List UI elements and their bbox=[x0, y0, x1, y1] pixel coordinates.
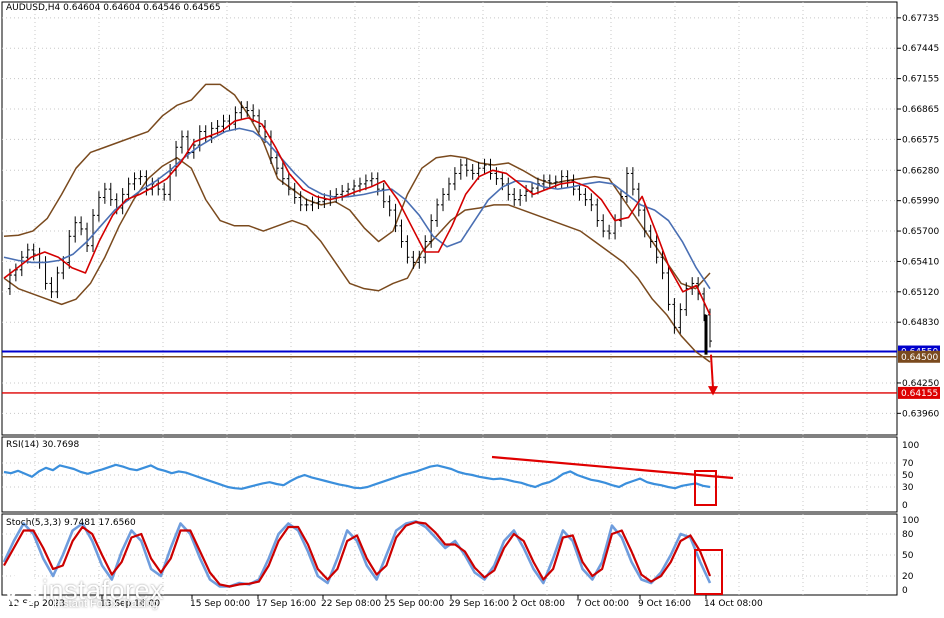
x-tick-label: 14 Oct 08:00 bbox=[704, 599, 763, 609]
price-tag-label: 0.64155 bbox=[901, 389, 938, 399]
y-tick-label: 0.66575 bbox=[902, 135, 939, 145]
x-tick-label: 7 Oct 00:00 bbox=[576, 599, 629, 609]
y-tick-label: 0.65990 bbox=[902, 197, 939, 207]
stoch-y-tick-label: 50 bbox=[902, 551, 914, 561]
y-tick-label: 0.67735 bbox=[902, 14, 939, 24]
stoch-y-tick-label: 80 bbox=[902, 530, 914, 540]
rsi-y-tick-label: 30 bbox=[902, 483, 914, 493]
y-tick-label: 0.65120 bbox=[902, 288, 939, 298]
y-tick-label: 0.64830 bbox=[902, 318, 939, 328]
stoch-y-tick-label: 100 bbox=[902, 516, 919, 526]
chart-canvas: 0.67735 0.67445 0.67155 0.66865 0.66575 0.662… bbox=[1, 1, 940, 609]
y-tick-label: 0.66280 bbox=[902, 166, 939, 176]
stoch-pane-title: Stoch(5,3,3) 9.7481 17.6560 bbox=[6, 518, 136, 528]
price-tag-label: 0.64500 bbox=[901, 353, 938, 363]
stoch-y-tick-label: 20 bbox=[902, 572, 914, 582]
symbol-label: AUDUSD,H4 bbox=[6, 3, 61, 13]
y-tick-label: 0.67445 bbox=[902, 44, 939, 54]
x-tick-label: 17 Sep 16:00 bbox=[256, 599, 316, 609]
rsi-pane-title: RSI(14) 30.7698 bbox=[6, 440, 80, 450]
instaforex-logo-icon bbox=[4, 571, 42, 609]
rsi-y-tick-label: 50 bbox=[902, 471, 914, 481]
watermark-tagline: Instant Forex Trading bbox=[54, 598, 158, 610]
rsi-y-tick-label: 100 bbox=[902, 441, 919, 451]
x-tick-label: 22 Sep 08:00 bbox=[321, 599, 381, 609]
x-tick-label: 2 Oct 08:00 bbox=[512, 599, 565, 609]
y-tick-label: 0.65410 bbox=[902, 257, 939, 267]
chart-area: 0.67735 0.67445 0.67155 0.66865 0.66575 0.662… bbox=[0, 0, 944, 614]
main-pane-frame bbox=[1, 1, 898, 436]
y-tick-label: 0.63960 bbox=[902, 409, 939, 419]
y-tick-label: 0.66865 bbox=[902, 105, 939, 115]
x-tick-label: 15 Sep 00:00 bbox=[190, 599, 250, 609]
y-tick-label: 0.65700 bbox=[902, 227, 939, 237]
ohlc-label: 0.64604 0.64604 0.64546 0.64565 bbox=[63, 3, 221, 13]
stoch-y-tick-label: 0 bbox=[902, 586, 908, 596]
x-tick-label: 29 Sep 16:00 bbox=[449, 599, 509, 609]
watermark: instaforex Instant Forex Trading bbox=[4, 568, 176, 612]
main-pane-title: AUDUSD,H4 0.64604 0.64604 0.64546 0.6456… bbox=[6, 3, 221, 13]
x-tick-label: 9 Oct 16:00 bbox=[638, 599, 691, 609]
rsi-y-tick-label: 70 bbox=[902, 459, 914, 469]
y-tick-label: 0.67155 bbox=[902, 75, 939, 85]
x-tick-label: 25 Sep 00:00 bbox=[384, 599, 444, 609]
rsi-y-tick-label: 0 bbox=[902, 501, 908, 511]
